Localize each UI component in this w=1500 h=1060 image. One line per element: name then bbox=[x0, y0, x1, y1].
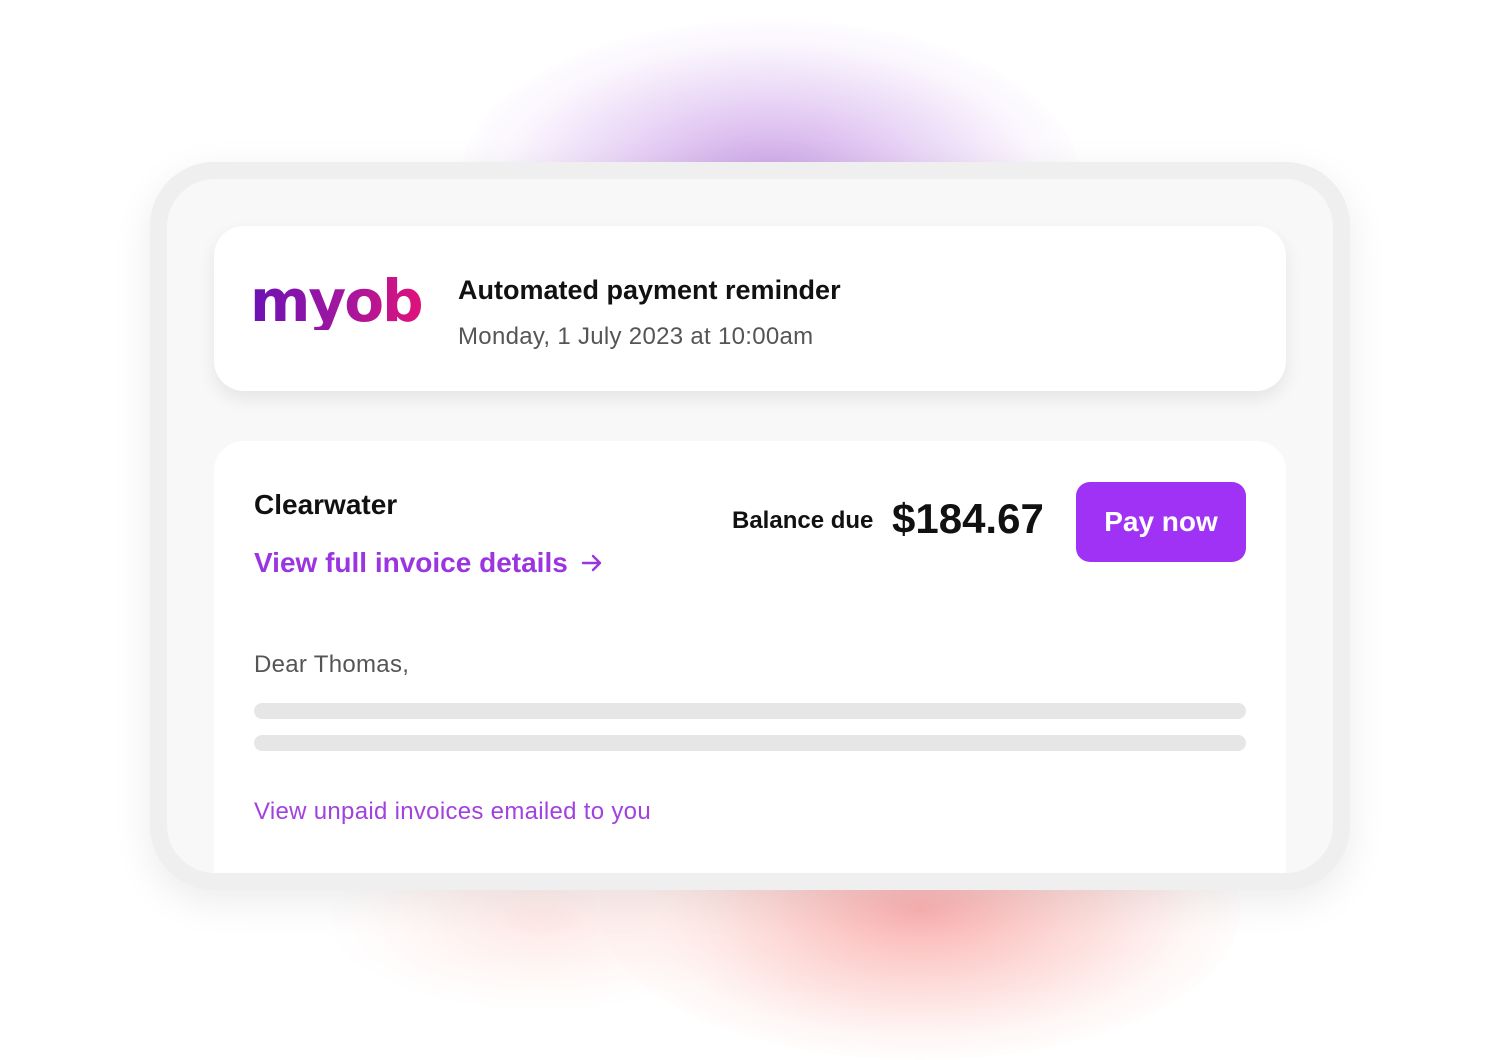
arrow-right-icon bbox=[581, 554, 602, 572]
myob-logo: myob bbox=[250, 267, 424, 335]
text-placeholder-line bbox=[254, 735, 1246, 751]
text-placeholder-line bbox=[254, 703, 1246, 719]
email-datetime: Monday, 1 July 2023 at 10:00am bbox=[458, 323, 814, 350]
balance-due-label: Balance due bbox=[732, 507, 874, 534]
email-screen: myob Automated payment reminder Monday, … bbox=[167, 179, 1333, 873]
email-header-card: myob Automated payment reminder Monday, … bbox=[214, 226, 1286, 391]
email-subject: Automated payment reminder bbox=[458, 275, 841, 305]
view-invoice-details-link[interactable]: View full invoice details bbox=[254, 547, 604, 579]
pay-now-button[interactable]: Pay now bbox=[1076, 482, 1246, 562]
company-name: Clearwater bbox=[254, 489, 398, 520]
greeting-text: Dear Thomas, bbox=[254, 651, 410, 678]
balance-due-amount: $184.67 bbox=[892, 495, 1044, 542]
view-unpaid-invoices-link[interactable]: View unpaid invoices emailed to you bbox=[254, 798, 651, 826]
email-body-card: Clearwater View full invoice details Bal… bbox=[214, 441, 1286, 873]
device-frame: myob Automated payment reminder Monday, … bbox=[150, 162, 1350, 890]
view-invoice-details-label: View full invoice details bbox=[254, 547, 568, 578]
